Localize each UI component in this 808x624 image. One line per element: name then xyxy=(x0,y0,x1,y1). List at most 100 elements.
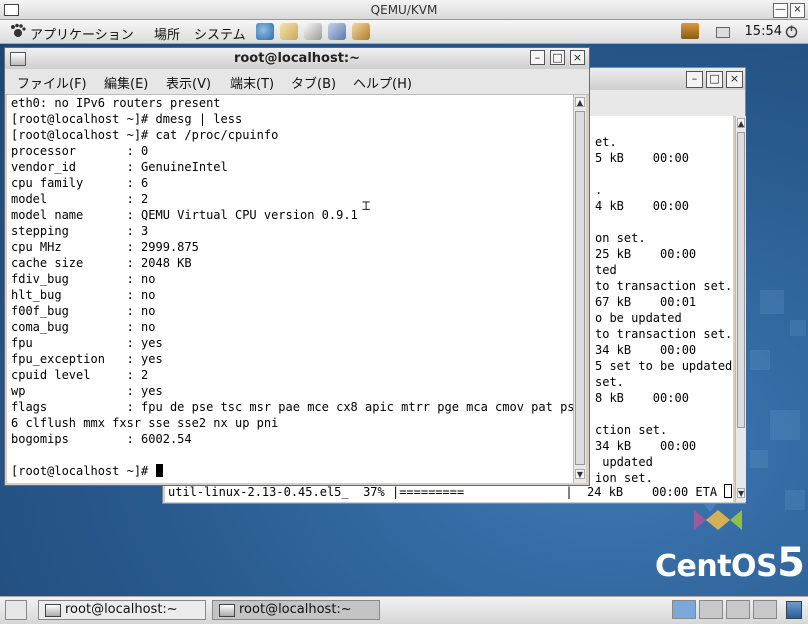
bg-status-line: util-linux-2.13-0.45.el5_ 37% |=========… xyxy=(168,484,733,500)
qemu-minimize-button[interactable]: ― xyxy=(773,3,788,18)
workspace-1[interactable] xyxy=(672,600,696,619)
qemu-titlebar: QEMU/KVM ― × xyxy=(0,0,808,20)
workspace-2[interactable] xyxy=(699,600,723,619)
bg-terminal-line: updated xyxy=(595,455,653,469)
terminal-line: processor : 0 xyxy=(11,144,149,158)
bg-terminal-line: 4 kB 00:00 xyxy=(595,199,689,213)
text-cursor xyxy=(155,464,163,477)
terminal-line: hlt_bug : no xyxy=(11,288,156,302)
terminal-line: cpuid level : 2 xyxy=(11,368,149,382)
task-button-1[interactable]: root@localhost:~ xyxy=(38,600,206,620)
help-icon[interactable] xyxy=(352,23,370,40)
package-update-icon[interactable] xyxy=(681,23,699,39)
bg-terminal-line: 25 kB 00:00 xyxy=(595,247,697,261)
bg-terminal-line: ted xyxy=(595,263,617,277)
bottom-panel: root@localhost:~ root@localhost:~ xyxy=(0,596,808,624)
terminal-line: eth0: no IPv6 routers present xyxy=(11,96,221,110)
menu-view[interactable]: 表示(V) xyxy=(166,73,211,92)
menu-file[interactable]: ファイル(F) xyxy=(17,73,87,92)
terminal-titlebar[interactable]: root@localhost:~ xyxy=(5,48,589,70)
bg-minimize-button[interactable]: – xyxy=(686,71,703,88)
terminal-line: fdiv_bug : no xyxy=(11,272,156,286)
notes-icon[interactable] xyxy=(328,23,346,40)
menu-terminal[interactable]: 端末(T) xyxy=(230,73,274,92)
ibeam-cursor-icon: ⌶ xyxy=(362,198,371,214)
menu-places[interactable]: 場所 xyxy=(154,24,180,43)
trash-icon[interactable] xyxy=(786,601,802,619)
terminal-line: f00f_bug : no xyxy=(11,304,156,318)
terminal-prompt-line[interactable]: [root@localhost ~]# xyxy=(11,463,163,479)
qemu-title: QEMU/KVM xyxy=(370,3,438,17)
menu-system[interactable]: システム xyxy=(194,24,246,43)
bg-terminal-line: ction set. xyxy=(595,423,668,437)
terminal-icon xyxy=(45,604,61,617)
scroll-up-arrow[interactable]: ▲ xyxy=(575,97,585,107)
maximize-button[interactable]: □ xyxy=(550,50,565,65)
network-icon[interactable] xyxy=(716,27,730,38)
show-desktop-icon[interactable] xyxy=(5,600,27,620)
scroll-thumb[interactable] xyxy=(575,111,585,465)
terminal-scrollbar[interactable]: ▲ ▼ xyxy=(573,95,586,483)
terminal-icon xyxy=(219,604,235,617)
terminal-line: wp : yes xyxy=(11,384,163,398)
scroll-down-arrow[interactable]: ▼ xyxy=(575,469,585,479)
bg-terminal-line: to transaction set. xyxy=(595,327,733,341)
bg-terminal-line: on set. xyxy=(595,231,646,245)
terminal-line: model name : QEMU Virtual CPU version 0.… xyxy=(11,208,358,222)
bg-terminal-line: o be updated xyxy=(595,311,682,325)
menu-help[interactable]: ヘルプ(H) xyxy=(353,73,412,92)
bg-maximize-button[interactable]: □ xyxy=(706,71,723,88)
bg-terminal-line: 34 kB 00:00 xyxy=(595,343,697,357)
terminal-line: stepping : 3 xyxy=(11,224,149,238)
terminal-line: [root@localhost ~]# dmesg | less xyxy=(11,112,243,126)
terminal-line: [root@localhost ~]# cat /proc/cpuinfo xyxy=(11,128,279,142)
qemu-close-button[interactable]: × xyxy=(790,3,805,18)
text-editor-icon[interactable] xyxy=(304,23,322,40)
terminal-title: root@localhost:~ xyxy=(233,51,361,66)
bg-terminal-line: 5 kB 00:00 xyxy=(595,151,689,165)
close-button[interactable]: × xyxy=(570,50,585,65)
workspace-3[interactable] xyxy=(726,600,750,619)
bg-terminal-line: 67 kB 00:01 xyxy=(595,295,697,309)
bg-terminal-line: 5 set to be updated xyxy=(595,359,733,373)
terminal-line: vendor_id : GenuineIntel xyxy=(11,160,228,174)
gnome-foot-icon xyxy=(10,23,26,39)
bg-scroll-up[interactable]: ▲ xyxy=(737,118,745,128)
menu-edit[interactable]: 編集(E) xyxy=(104,73,148,92)
terminal-line: cpu family : 6 xyxy=(11,176,149,190)
terminal-window[interactable]: root@localhost:~ – □ × ファイル(F) 編集(E) 表示(… xyxy=(4,47,590,486)
workspace-4[interactable] xyxy=(753,600,777,619)
bg-terminal-line: et. xyxy=(595,135,617,149)
terminal-line: model : 2 xyxy=(11,192,149,206)
bg-terminal-line: 8 kB 00:00 xyxy=(595,391,689,405)
centos-logo: CentOS5 xyxy=(655,540,805,586)
terminal-line: bogomips : 6002.54 xyxy=(11,432,192,446)
terminal-line: 6 clflush mmx fxsr sse sse2 nx up pni xyxy=(11,416,279,430)
terminal-line: coma_bug : no xyxy=(11,320,156,334)
mail-icon[interactable] xyxy=(280,23,298,40)
bg-terminal-line: set. xyxy=(595,375,624,389)
terminal-line: fpu : yes xyxy=(11,336,163,350)
terminal-line: fpu_exception : yes xyxy=(11,352,163,366)
terminal-screen[interactable]: eth0: no IPv6 routers present [root@local… xyxy=(7,95,573,483)
bg-scroll-thumb[interactable] xyxy=(737,132,745,428)
task-button-2[interactable]: root@localhost:~ xyxy=(212,600,380,620)
menu-applications[interactable]: アプリケーション xyxy=(30,24,134,43)
bg-terminal-line: . xyxy=(595,183,603,197)
web-browser-icon[interactable] xyxy=(256,23,274,40)
power-icon[interactable] xyxy=(784,24,799,39)
bg-scroll-down[interactable]: ▼ xyxy=(737,488,745,498)
bg-scrollbar[interactable]: ▲ ▼ xyxy=(735,116,746,502)
menu-tabs[interactable]: タブ(B) xyxy=(291,73,336,92)
bg-terminal-line: 34 kB 00:00 xyxy=(595,439,697,453)
terminal-line: flags : fpu de pse tsc msr pae mce cx8 a… xyxy=(11,400,573,414)
centos-emblem xyxy=(686,500,746,534)
clock[interactable]: 15:54 xyxy=(745,24,782,39)
terminal-menubar: ファイル(F) 編集(E) 表示(V) 端末(T) タブ(B) ヘルプ(H) xyxy=(5,69,589,95)
top-panel: アプリケーション 場所 システム 15:54 xyxy=(0,20,808,44)
bg-terminal-line: to transaction set. xyxy=(595,279,733,293)
bg-close-button[interactable]: × xyxy=(726,71,743,88)
terminal-line: cache size : 2048 KB xyxy=(11,256,192,270)
terminal-line: cpu MHz : 2999.875 xyxy=(11,240,199,254)
minimize-button[interactable]: – xyxy=(530,50,545,65)
